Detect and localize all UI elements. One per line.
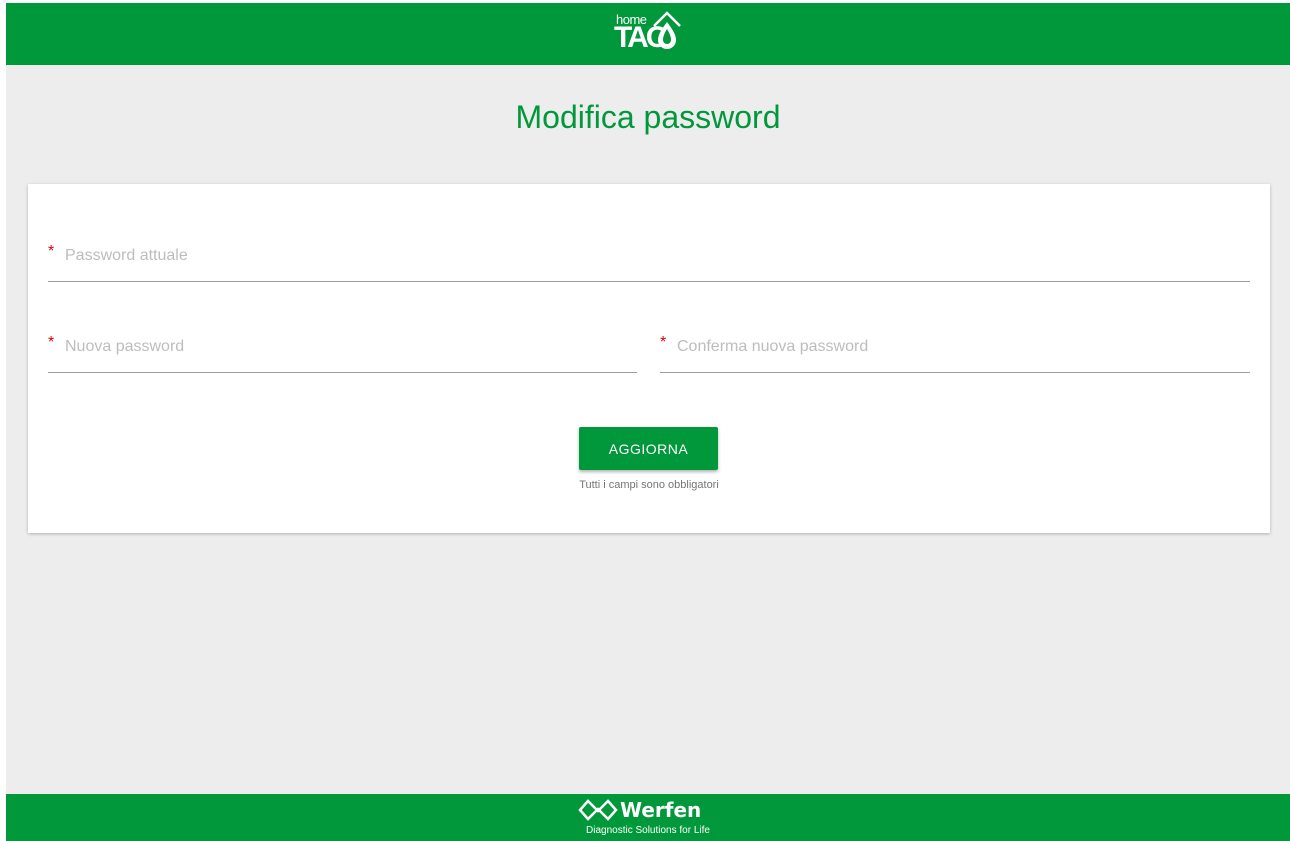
app-frame: home TAO Modifica password * * * AGGIORN… — [6, 3, 1290, 841]
hometao-logo[interactable]: home TAO — [612, 10, 686, 58]
page-title: Modifica password — [515, 99, 781, 135]
header-bar: home TAO — [6, 3, 1290, 65]
footer-bar: Werfen Diagnostic Solutions for Life — [6, 794, 1290, 841]
required-mark: * — [48, 243, 55, 260]
new-password-field: * — [48, 332, 637, 373]
required-mark: * — [48, 334, 55, 351]
werfen-diamond-icon — [578, 799, 618, 821]
required-fields-hint: Tutti i campi sono obbligatori — [579, 479, 719, 491]
new-password-input[interactable] — [65, 332, 634, 362]
footer-tagline: Diagnostic Solutions for Life — [586, 825, 710, 836]
confirm-password-field: * — [660, 332, 1250, 373]
drop-roof-icon — [653, 11, 681, 49]
current-password-input[interactable] — [65, 241, 1247, 271]
update-button[interactable]: AGGIORNA — [579, 427, 718, 470]
confirm-password-input[interactable] — [677, 332, 1247, 362]
werfen-logo[interactable]: Werfen — [578, 798, 728, 822]
werfen-wordmark: Werfen — [620, 798, 702, 822]
password-form-card: * * * AGGIORNA Tutti i campi sono obblig… — [28, 184, 1270, 533]
current-password-field: * — [48, 241, 1250, 282]
required-mark: * — [660, 334, 667, 351]
